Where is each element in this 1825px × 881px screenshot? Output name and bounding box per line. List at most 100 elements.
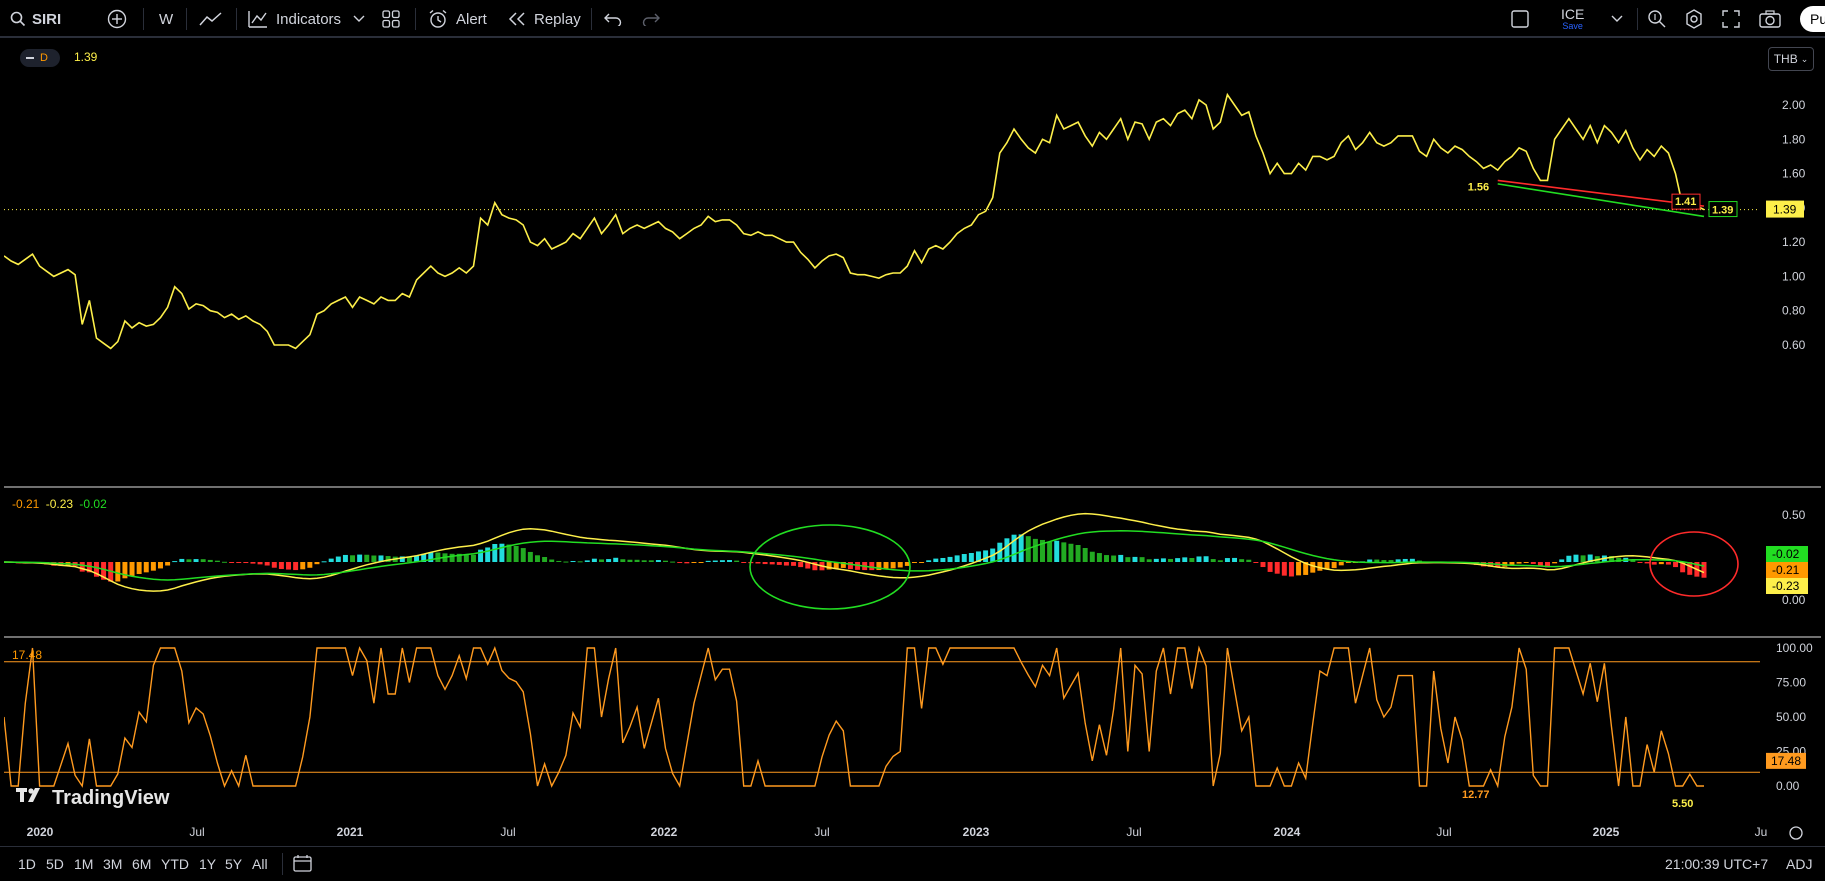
range-button-all[interactable]: All: [252, 847, 268, 881]
redo-button[interactable]: [642, 0, 660, 38]
histogram-bar: [911, 562, 917, 563]
redo-icon: [642, 12, 660, 26]
quick-search-button[interactable]: [1647, 0, 1667, 38]
histogram-bar: [1075, 544, 1081, 562]
interval-button[interactable]: W: [159, 0, 173, 38]
histogram-bar: [1246, 559, 1252, 562]
histogram-bar: [449, 553, 455, 562]
histogram-bar: [1658, 562, 1664, 565]
histogram-bar: [620, 559, 626, 562]
undo-button[interactable]: [604, 0, 622, 38]
histogram-bar: [1253, 562, 1259, 563]
chart-type-button[interactable]: [199, 0, 223, 38]
histogram-bar: [1232, 557, 1238, 562]
range-button-3m[interactable]: 3M: [103, 847, 122, 881]
range-button-1y[interactable]: 1Y: [199, 847, 216, 881]
range-button-1d[interactable]: 1D: [18, 847, 36, 881]
stochastic-line: [3, 645, 1704, 789]
histogram-bar: [549, 559, 555, 562]
histogram-bar: [350, 555, 356, 562]
currency-selector[interactable]: THB ⌄: [1768, 47, 1814, 71]
histogram-bar: [577, 561, 583, 563]
osc-legend-value-2: -0.23: [45, 497, 74, 511]
histogram-bar: [798, 562, 804, 568]
publish-button[interactable]: Pu: [1800, 6, 1825, 32]
histogram-bar: [1160, 558, 1166, 562]
stoch-low-label: 5.50: [1672, 798, 1693, 810]
histogram-bar: [1317, 562, 1323, 571]
histogram-bar: [684, 562, 690, 564]
chart-area[interactable]: 1.561.411.39 12.775.50 2.001.801.601.401…: [1, 40, 1821, 846]
histogram-bar: [719, 560, 725, 562]
histogram-bar: [222, 561, 227, 563]
alert-button[interactable]: Alert: [428, 0, 487, 38]
layout-dropdown[interactable]: [1611, 0, 1623, 38]
histogram-bar: [179, 558, 185, 562]
histogram-bar: [470, 554, 476, 562]
time-axis-label: 2025: [1593, 825, 1620, 839]
histogram-bar: [1381, 560, 1387, 562]
histogram-bar: [150, 562, 156, 571]
histogram-bar: [214, 560, 220, 562]
osc-axis-label: 0.50: [1782, 508, 1806, 522]
histogram-bar: [165, 562, 171, 566]
compare-symbol-button[interactable]: [107, 0, 127, 38]
stochastic-legend: 17.48: [12, 648, 43, 662]
range-button-6m[interactable]: 6M: [132, 847, 151, 881]
histogram-bar: [186, 559, 192, 562]
histogram-bar: [641, 560, 647, 562]
histogram-bar: [527, 551, 533, 562]
layout-toggle-button[interactable]: [1510, 0, 1530, 38]
histogram-bar: [1068, 543, 1074, 562]
histogram-bar: [968, 552, 974, 562]
snapshot-button[interactable]: [1759, 0, 1781, 38]
adjust-data-toggle[interactable]: ADJ: [1786, 847, 1812, 881]
interval-badge: D: [40, 52, 48, 64]
histogram-bar: [762, 562, 768, 565]
replay-button[interactable]: Replay: [508, 0, 581, 38]
chevron-down-icon: [353, 15, 365, 23]
histogram-bar: [342, 554, 348, 562]
main-legend-badge[interactable]: D: [20, 49, 60, 67]
indicators-dropdown[interactable]: [353, 0, 365, 38]
histogram-bar: [542, 557, 548, 562]
histogram-bar: [207, 559, 213, 562]
histogram-bar: [371, 555, 377, 562]
histogram-bar: [648, 560, 654, 562]
histogram-bar: [634, 559, 640, 562]
histogram-bar: [243, 562, 249, 564]
histogram-bar: [1217, 560, 1223, 562]
symbol-search[interactable]: SIRI: [10, 0, 61, 38]
toolbar-divider: [282, 853, 283, 875]
layout-name-button[interactable]: ICE Save: [1561, 0, 1584, 38]
histogram-bar: [741, 562, 747, 563]
histogram-bar: [599, 559, 604, 562]
histogram-bar: [506, 544, 512, 562]
fullscreen-button[interactable]: [1722, 0, 1740, 38]
range-button-1m[interactable]: 1M: [74, 847, 93, 881]
indicators-button[interactable]: Indicators: [248, 0, 341, 38]
timezone-clock[interactable]: 21:00:39 UTC+7: [1665, 847, 1768, 881]
histogram-bar: [655, 560, 661, 562]
histogram-bar: [1139, 557, 1145, 562]
goto-date-button[interactable]: [293, 847, 313, 881]
symbol-label: SIRI: [32, 10, 62, 28]
templates-button[interactable]: [382, 0, 400, 38]
histogram-bar: [1523, 562, 1529, 563]
zoom-search-icon: [1647, 9, 1667, 29]
histogram-bar: [157, 562, 163, 569]
chart-canvas[interactable]: 1.561.411.39 12.775.50 2.001.801.601.401…: [1, 40, 1821, 846]
histogram-bar: [364, 554, 370, 562]
range-button-5y[interactable]: 5Y: [225, 847, 242, 881]
histogram-bar: [193, 559, 199, 562]
histogram-bar: [1118, 554, 1124, 562]
histogram-bar: [271, 562, 277, 568]
settings-button[interactable]: [1684, 0, 1704, 38]
histogram-bar: [1274, 562, 1280, 574]
osc-legend-value-1: -0.21: [12, 497, 40, 511]
range-button-5d[interactable]: 5D: [46, 847, 64, 881]
histogram-bar: [143, 562, 149, 573]
range-button-ytd[interactable]: YTD: [161, 847, 189, 881]
histogram-bar: [300, 562, 306, 570]
price-pane: 1.56 1.41 1.39: [3, 92, 1760, 350]
